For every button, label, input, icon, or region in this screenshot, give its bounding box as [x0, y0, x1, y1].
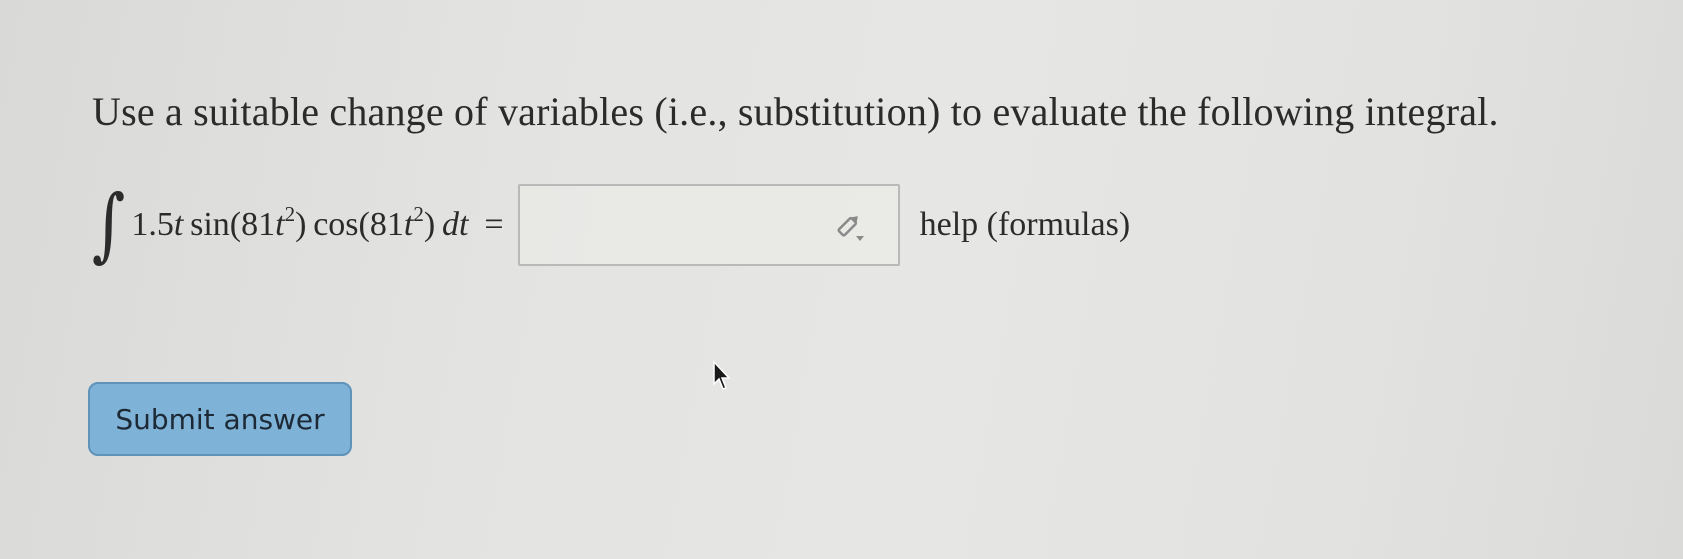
coefficient: 1.5 — [131, 206, 174, 243]
variable-t: t — [173, 206, 184, 243]
integrand-expression: 1.5t sin(81t2) cos(81t2) dt — [131, 202, 469, 244]
cos-function: cos — [313, 206, 359, 243]
answer-input[interactable] — [517, 184, 900, 266]
differential: dt — [441, 206, 469, 243]
submit-answer-button[interactable]: Submit answer — [88, 382, 352, 456]
pencil-dropdown-icon[interactable] — [834, 210, 868, 244]
sin-exponent: 2 — [284, 202, 296, 226]
integral-sign: ∫ — [92, 178, 126, 272]
sin-inner-coefficient: 81 — [241, 206, 276, 243]
sin-inner-variable: t — [275, 206, 285, 243]
problem-page: Use a suitable change of variables (i.e.… — [0, 0, 1683, 559]
mouse-cursor-icon — [713, 360, 731, 390]
equals-sign: = — [484, 206, 504, 243]
cos-exponent: 2 — [413, 202, 424, 226]
problem-instruction: Use a suitable change of variables (i.e.… — [92, 89, 1499, 134]
sin-function: sin — [190, 206, 230, 243]
cos-inner-coefficient: 81 — [369, 206, 404, 243]
cos-inner-variable: t — [403, 206, 414, 243]
help-formulas-link[interactable]: help (formulas) — [920, 206, 1131, 244]
equation-row: ∫ 1.5t sin(81t2) cos(81t2) dt = help (fo… — [92, 178, 1131, 272]
